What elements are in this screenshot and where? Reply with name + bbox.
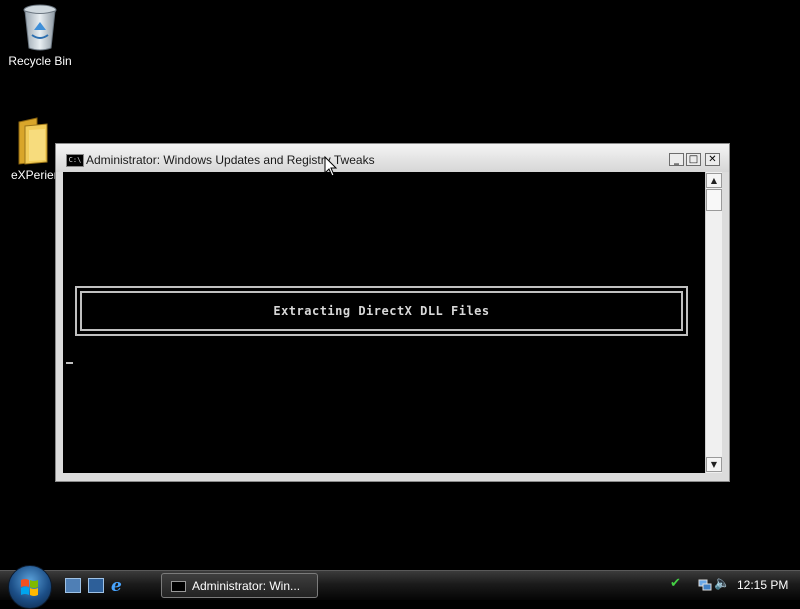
console-output[interactable]: Extracting DirectX DLL Files <box>63 172 705 473</box>
console-message: Extracting DirectX DLL Files <box>273 304 490 318</box>
close-button[interactable]: ✕ <box>705 153 720 166</box>
internet-explorer-glyph: e <box>111 576 122 596</box>
console-message-box-inner: Extracting DirectX DLL Files <box>80 291 683 331</box>
recycle-bin-label: Recycle Bin <box>8 54 72 68</box>
start-orb-icon <box>21 579 38 596</box>
network-icon[interactable] <box>698 578 712 592</box>
console-icon <box>171 581 186 592</box>
vertical-scrollbar[interactable]: ▲ ▼ <box>705 172 722 473</box>
maximize-button[interactable]: □ <box>686 153 701 166</box>
scroll-down-button[interactable]: ▼ <box>706 457 722 472</box>
scrollbar-thumb[interactable] <box>706 189 722 211</box>
taskbar-button-label: Administrator: Win... <box>192 579 301 593</box>
recycle-bin-icon <box>23 4 57 51</box>
switch-windows-icon[interactable] <box>88 578 104 593</box>
scroll-down-arrow-icon: ▼ <box>710 460 718 469</box>
clock[interactable]: 12:15 PM <box>737 578 788 592</box>
maximize-icon: □ <box>688 154 699 165</box>
start-button[interactable] <box>8 565 52 609</box>
taskbar-button-console[interactable]: Administrator: Win... <box>161 573 318 598</box>
scroll-up-arrow-icon: ▲ <box>710 176 718 185</box>
security-check-icon[interactable]: ✔ <box>670 576 684 591</box>
minimize-button[interactable]: _ <box>669 153 684 166</box>
show-desktop-icon[interactable] <box>65 578 81 593</box>
text-cursor <box>66 362 73 364</box>
mouse-pointer-icon <box>324 156 338 177</box>
scroll-up-button[interactable]: ▲ <box>706 173 722 188</box>
taskbar: e Administrator: Win... ✔ 🔈 12:15 PM <box>0 565 800 609</box>
console-window[interactable]: C:\ Administrator: Windows Updates and R… <box>55 143 730 482</box>
minimize-icon: _ <box>674 154 679 165</box>
window-title-bar[interactable]: C:\ Administrator: Windows Updates and R… <box>56 144 729 172</box>
internet-explorer-icon[interactable]: e <box>111 576 127 596</box>
folder-icon <box>18 117 48 165</box>
volume-muted-icon[interactable]: 🔈 <box>714 576 730 591</box>
close-icon: ✕ <box>708 154 717 165</box>
recycle-bin-shortcut[interactable]: Recycle Bin <box>0 2 80 68</box>
console-message-box: Extracting DirectX DLL Files <box>75 286 688 336</box>
console-icon: C:\ <box>66 154 84 167</box>
